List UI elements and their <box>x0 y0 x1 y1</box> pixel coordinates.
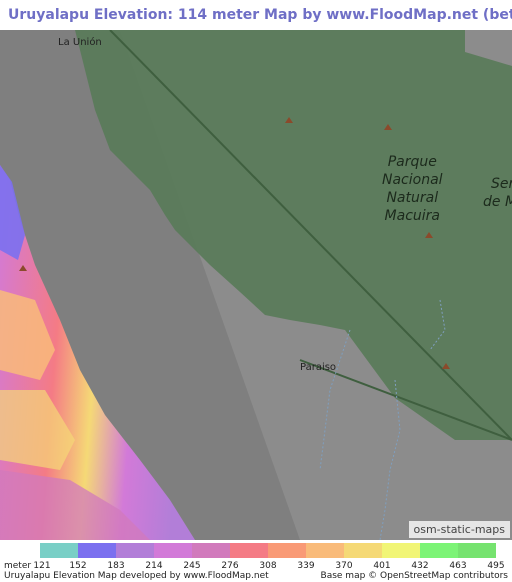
place-la-union: La Unión <box>58 37 102 48</box>
footer-attribution: Base map © OpenStreetMap contributors <box>320 571 508 581</box>
serrania-label: Ser de M <box>483 175 512 211</box>
legend-tick: 370 <box>335 561 353 571</box>
legend-tick: 495 <box>487 561 505 571</box>
legend-swatch <box>268 543 306 558</box>
legend-swatch <box>420 543 458 558</box>
legend-tick: 401 <box>373 561 391 571</box>
legend-swatch <box>116 543 154 558</box>
serrania-label-line: de M <box>483 194 512 210</box>
map-canvas <box>0 30 512 540</box>
legend-tick: 339 <box>297 561 315 571</box>
legend-swatch <box>230 543 268 558</box>
legend-swatch <box>192 543 230 558</box>
park-label-line: Macuira <box>384 208 440 224</box>
park-label: Parque Nacional Natural Macuira <box>382 153 443 225</box>
legend-tick: 121 <box>33 561 51 571</box>
legend-unit: meter <box>4 561 32 571</box>
legend-tick: 214 <box>145 561 163 571</box>
elevation-map[interactable]: La Unión Paraiso Parque Nacional Natural… <box>0 30 512 540</box>
park-label-line: Natural <box>386 190 439 206</box>
place-paraiso: Paraiso <box>300 362 337 373</box>
legend-swatch <box>344 543 382 558</box>
legend-tick: 463 <box>449 561 467 571</box>
park-label-line: Parque <box>387 154 437 170</box>
legend-tick: 432 <box>411 561 429 571</box>
legend-swatch <box>458 543 496 558</box>
footer-credit: Uruyalapu Elevation Map developed by www… <box>4 571 269 581</box>
legend-swatch <box>154 543 192 558</box>
park-label-line: Nacional <box>382 172 443 188</box>
osm-badge: osm-static-maps <box>408 521 510 538</box>
legend-tick: 308 <box>259 561 277 571</box>
page-title: Uruyalapu Elevation: 114 meter Map by ww… <box>0 0 512 30</box>
legend-tick: 183 <box>107 561 125 571</box>
legend-swatch <box>78 543 116 558</box>
legend-tick: 276 <box>221 561 239 571</box>
elevation-legend: meter 121 152 183 214 245 276 308 339 370 401 432 4… <box>0 540 512 582</box>
elevation-blue <box>0 165 25 260</box>
legend-swatch <box>40 543 78 558</box>
legend-swatch <box>306 543 344 558</box>
legend-swatch <box>382 543 420 558</box>
legend-tick: 152 <box>69 561 87 571</box>
legend-tick: 245 <box>183 561 201 571</box>
serrania-label-line: Ser <box>491 176 512 192</box>
